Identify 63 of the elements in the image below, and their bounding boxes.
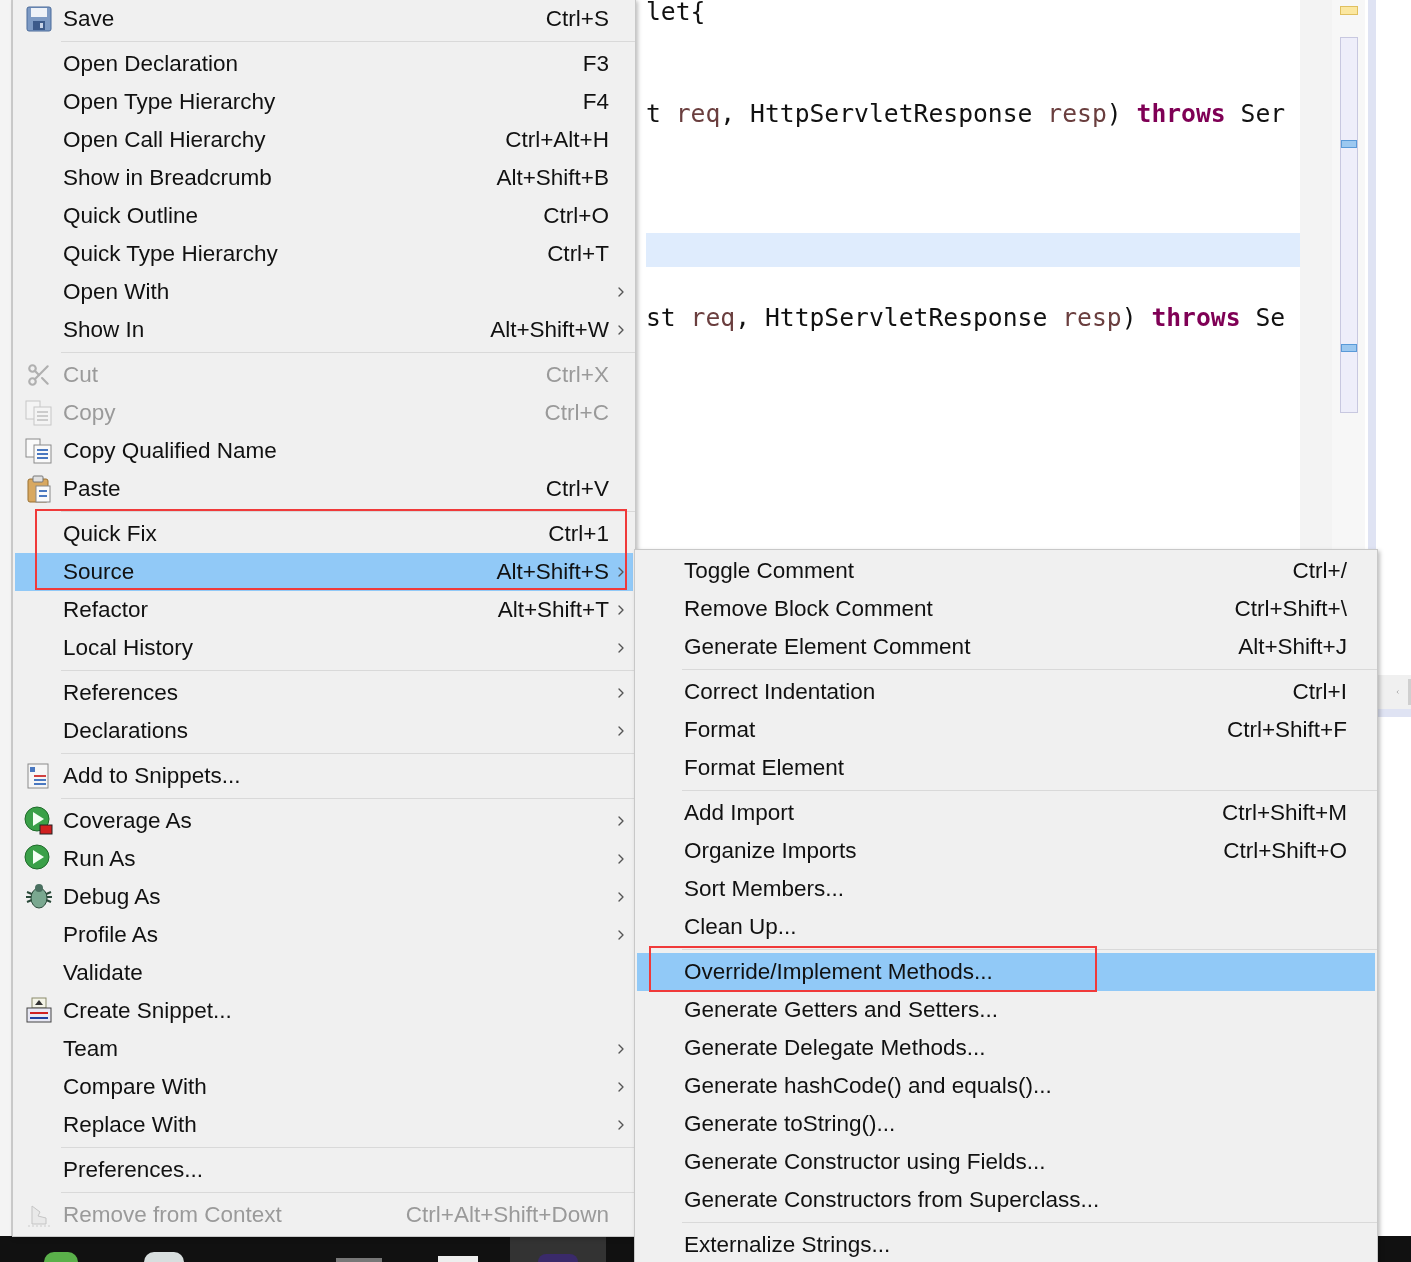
tab-stub — [1408, 679, 1411, 705]
printer-icon — [25, 997, 53, 1025]
menu-item[interactable]: Format Ctrl+Shift+F — [637, 711, 1375, 749]
menu-item[interactable]: Generate Element Comment Alt+Shift+J — [637, 628, 1375, 666]
menu-item[interactable]: Generate toString()... — [637, 1105, 1375, 1143]
menu-item[interactable]: Remove Block Comment Ctrl+Shift+\ — [637, 590, 1375, 628]
menu-item[interactable]: Format Element — [637, 749, 1375, 787]
play-circle-icon — [24, 806, 54, 836]
menu-item[interactable]: Organize Imports Ctrl+Shift+O — [637, 832, 1375, 870]
menu-item[interactable]: Correct Indentation Ctrl+I — [637, 673, 1375, 711]
documents-icon — [25, 437, 53, 465]
menu-item[interactable]: Quick Fix Ctrl+1 — [15, 515, 633, 553]
menu-item[interactable]: References — [15, 674, 633, 712]
documents-icon — [25, 399, 53, 427]
menu-item[interactable]: Replace With — [15, 1106, 633, 1144]
menu-item[interactable]: Open Declaration F3 — [15, 45, 633, 83]
menu-item[interactable]: Show In Alt+Shift+W — [15, 311, 633, 349]
menu-item[interactable]: Local History — [15, 629, 633, 667]
menu-item[interactable]: Refactor Alt+Shift+T — [15, 591, 633, 629]
menu-item[interactable]: Quick Type Hierarchy Ctrl+T — [15, 235, 633, 273]
taskbar-app-icon — [336, 1258, 382, 1262]
menu-item[interactable]: Declarations — [15, 712, 633, 750]
menu-item[interactable]: Profile As — [15, 916, 633, 954]
menu-item[interactable]: Externalize Strings... — [637, 1226, 1375, 1262]
taskbar-app-icon — [144, 1252, 184, 1262]
menu-item[interactable]: Paste Ctrl+V — [15, 470, 633, 508]
document-list-icon — [26, 763, 52, 789]
menu-item[interactable]: Preferences... — [15, 1151, 633, 1189]
clipboard-icon — [26, 475, 52, 503]
menu-item[interactable]: Create Snippet... — [15, 992, 633, 1030]
menu-item[interactable]: Toggle Comment Ctrl+/ — [637, 552, 1375, 590]
occurrence-marker — [1340, 344, 1357, 352]
taskbar-app-icon — [438, 1256, 478, 1262]
menu-item[interactable]: Sort Members... — [637, 870, 1375, 908]
menu-item[interactable]: Quick Outline Ctrl+O — [15, 197, 633, 235]
menu-item[interactable]: Generate Delegate Methods... — [637, 1029, 1375, 1067]
menu-item[interactable]: Coverage As — [15, 802, 633, 840]
menu-item[interactable]: Validate — [15, 954, 633, 992]
menu-item[interactable]: Compare With — [15, 1068, 633, 1106]
bug-icon — [24, 882, 54, 912]
menu-item[interactable]: Show in Breadcrumb Alt+Shift+B — [15, 159, 633, 197]
menu-item[interactable]: Add to Snippets... — [15, 757, 633, 795]
menu-item[interactable]: Open With — [15, 273, 633, 311]
menu-item[interactable]: Run As — [15, 840, 633, 878]
menu-item[interactable]: Copy Qualified Name — [15, 432, 633, 470]
menu-item[interactable]: Generate hashCode() and equals()... — [637, 1067, 1375, 1105]
menu-item[interactable]: Generate Constructors from Superclass... — [637, 1181, 1375, 1219]
menu-item[interactable]: Add Import Ctrl+Shift+M — [637, 794, 1375, 832]
menu-item[interactable]: Override/Implement Methods... — [637, 953, 1375, 991]
occurrence-marker — [1340, 140, 1357, 148]
menu-item[interactable]: Save Ctrl+S — [15, 0, 633, 38]
menu-item[interactable]: Open Call Hierarchy Ctrl+Alt+H — [15, 121, 633, 159]
menu-item[interactable]: Generate Getters and Setters... — [637, 991, 1375, 1029]
taskbar-app-icon — [44, 1252, 78, 1262]
menu-item[interactable]: Debug As — [15, 878, 633, 916]
menu-item[interactable]: Clean Up... — [637, 908, 1375, 946]
menu-item[interactable]: Source Alt+Shift+S — [15, 553, 633, 591]
warning-marker — [1339, 6, 1358, 15]
menu-item[interactable]: Team — [15, 1030, 633, 1068]
taskbar-app-button[interactable] — [510, 1236, 606, 1262]
menu-item[interactable]: Generate Constructor using Fields... — [637, 1143, 1375, 1181]
scissors-icon — [26, 362, 52, 388]
menu-item[interactable]: Open Type Hierarchy F4 — [15, 83, 633, 121]
